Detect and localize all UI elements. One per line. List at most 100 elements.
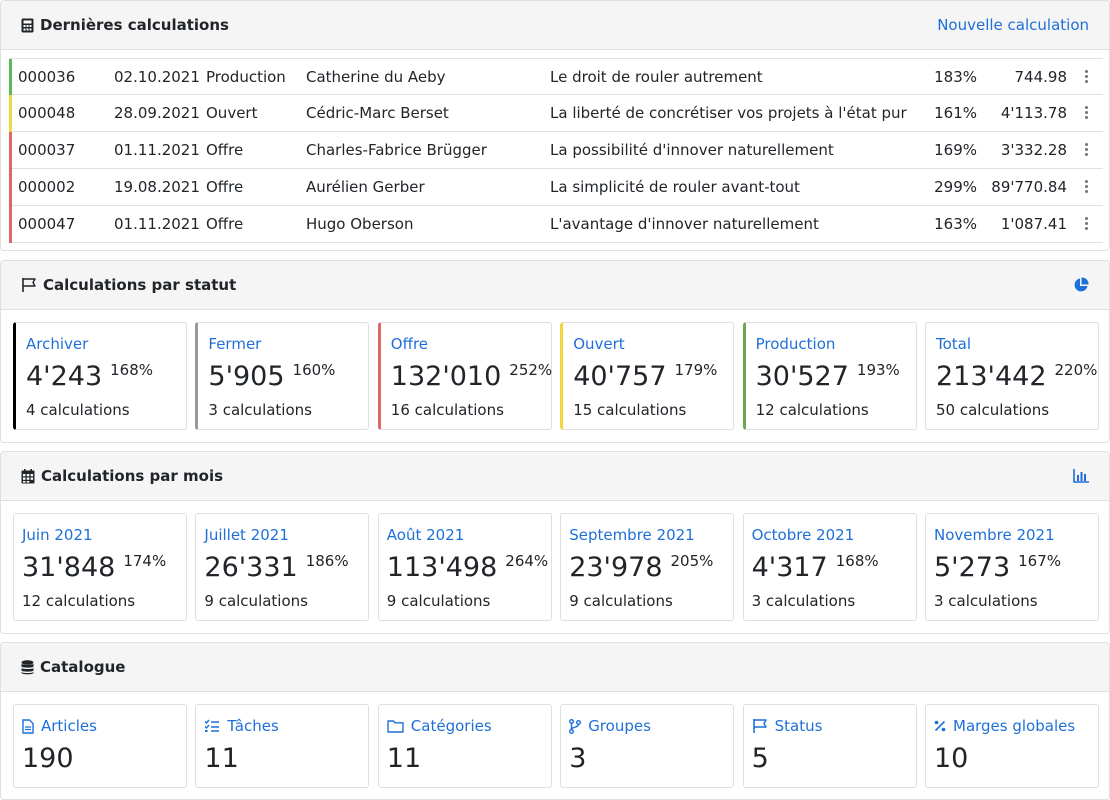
month-tile-label[interactable]: Octobre 2021 (752, 526, 855, 544)
catalog-tile-label[interactable]: Marges globales (934, 717, 1075, 735)
state-tile-label[interactable]: Offre (391, 335, 428, 353)
table-row[interactable]: 000036 02.10.2021 Production Catherine d… (9, 58, 1103, 95)
row-menu-icon[interactable] (1085, 106, 1089, 119)
catalog-tile-label-text: Tâches (227, 717, 279, 735)
row-state-color-bar (9, 169, 12, 206)
state-tile[interactable]: Archiver 4'243 168% 4 calculations (13, 322, 187, 430)
calendar-icon (21, 468, 35, 483)
by-month-title-text: Calculations par mois (41, 467, 224, 485)
by-state-tiles: Archiver 4'243 168% 4 calculations Fermer … (13, 322, 1099, 430)
catalog-tile-value: 10 (934, 743, 969, 774)
row-date: 19.08.2021 (114, 178, 200, 196)
state-tile[interactable]: Offre 132'010 252% 16 calculations (377, 322, 552, 430)
catalog-tile-label-text: Marges globales (953, 717, 1076, 735)
catalog-tile[interactable]: Articles 190 (13, 704, 187, 788)
month-tile-label[interactable]: Novembre 2021 (934, 526, 1055, 544)
state-tile-value: 5'905 160% (208, 361, 335, 392)
state-tile[interactable]: Fermer 5'905 160% 3 calculations (195, 322, 370, 430)
table-row[interactable]: 000047 01.11.2021 Offre Hugo Oberson L'a… (9, 206, 1103, 243)
state-tile[interactable]: Production 30'527 193% 12 calculations (742, 322, 917, 430)
catalog-tile-label[interactable]: Tâches (204, 717, 279, 735)
month-tile[interactable]: Juin 2021 31'848 174% 12 calculations (13, 513, 187, 621)
folder-icon (387, 719, 408, 733)
catalog-tile-label[interactable]: Articles (22, 717, 97, 735)
catalog-tile-label[interactable]: Groupes (569, 717, 651, 735)
row-margin: 183% (934, 67, 977, 86)
month-tile[interactable]: Juillet 2021 26'331 186% 9 calculations (195, 513, 370, 621)
month-tile-value: 4'317 168% (752, 552, 879, 583)
catalog-tile-value: 11 (386, 743, 422, 774)
month-tile-value: 31'848 174% (22, 552, 166, 583)
month-tile-amount: 31'848 (22, 552, 116, 583)
catalog-tile-label-text: Articles (41, 717, 97, 735)
month-tile-percent: 205% (670, 552, 714, 570)
state-tile-amount: 40'757 (573, 361, 667, 392)
row-state: Offre (206, 178, 244, 196)
latest-calculations-header: Dernières calculations Nouvelle calculat… (1, 1, 1109, 50)
month-tile-label[interactable]: Juin 2021 (22, 526, 93, 544)
by-state-title-text: Calculations par statut (43, 276, 237, 294)
pie-chart-icon[interactable] (1073, 277, 1089, 293)
table-row[interactable]: 000037 01.11.2021 Offre Charles-Fabrice … (9, 132, 1103, 169)
row-menu-icon[interactable] (1085, 143, 1089, 156)
state-tile-label[interactable]: Ouvert (573, 335, 624, 353)
catalog-tile[interactable]: Marges globales 10 (925, 704, 1099, 788)
state-tile-value: 213'442 220% (936, 361, 1097, 392)
state-tile-label[interactable]: Total (936, 335, 971, 353)
bar-chart-icon[interactable] (1073, 469, 1089, 483)
state-tile-value: 4'243 168% (26, 361, 153, 392)
month-tile-percent: 167% (1018, 552, 1062, 570)
month-tile[interactable]: Octobre 2021 4'317 168% 3 calculations (742, 513, 917, 621)
state-tile-value: 40'757 179% (573, 361, 717, 392)
month-tile-amount: 26'331 (204, 552, 298, 583)
state-tile-label[interactable]: Archiver (26, 335, 88, 353)
month-tile-value: 23'978 205% (569, 552, 713, 583)
new-calculation-link[interactable]: Nouvelle calculation (937, 16, 1089, 34)
row-state: Production (206, 67, 286, 86)
state-tile-percent: 220% (1054, 361, 1098, 379)
state-tile-count: 12 calculations (755, 401, 869, 419)
calculator-icon (21, 18, 34, 32)
catalog-tile[interactable]: Status 5 (742, 704, 917, 788)
calculations-by-month-card: Calculations par mois Juin 2021 31'848 17… (0, 451, 1110, 634)
row-menu-icon[interactable] (1085, 70, 1089, 83)
table-row[interactable]: 000002 19.08.2021 Offre Aurélien Gerber … (9, 169, 1103, 206)
month-tile-label[interactable]: Septembre 2021 (569, 526, 695, 544)
state-tile-label[interactable]: Fermer (208, 335, 261, 353)
table-row[interactable]: 000048 28.09.2021 Ouvert Cédric-Marc Ber… (9, 95, 1103, 132)
row-menu-icon[interactable] (1085, 217, 1089, 230)
month-tile[interactable]: Septembre 2021 23'978 205% 9 calculations (560, 513, 735, 621)
row-number: 000047 (18, 215, 76, 233)
catalog-tile-label[interactable]: Catégories (387, 717, 492, 735)
latest-calculations-title-text: Dernières calculations (40, 16, 229, 34)
percent-icon (934, 720, 950, 732)
state-tile-amount: 213'442 (936, 361, 1047, 392)
catalog-tile-label-text: Groupes (588, 717, 651, 735)
by-month-tiles: Juin 2021 31'848 174% 12 calculations Juil… (13, 513, 1099, 621)
state-tile-percent: 193% (856, 361, 900, 379)
month-tile-label[interactable]: Juillet 2021 (204, 526, 289, 544)
month-tile-label[interactable]: Août 2021 (387, 526, 465, 544)
catalog-tile[interactable]: Tâches 11 (195, 704, 370, 788)
file-icon (22, 718, 38, 734)
state-tile-label[interactable]: Production (756, 335, 836, 353)
row-state-color-bar (9, 59, 12, 95)
state-tile-count: 50 calculations (936, 401, 1050, 419)
catalog-tile[interactable]: Groupes 3 (560, 704, 735, 788)
state-tile[interactable]: Total 213'442 220% 50 calculations (925, 322, 1099, 430)
catalog-tile[interactable]: Catégories 11 (377, 704, 552, 788)
catalog-tile-value: 5 (751, 743, 769, 774)
catalog-tile-label[interactable]: Status (752, 717, 823, 735)
month-tile[interactable]: Août 2021 113'498 264% 9 calculations (377, 513, 552, 621)
month-tile-percent: 174% (123, 552, 167, 570)
catalog-tile-label-text: Status (774, 717, 823, 735)
row-description: L'avantage d'innover naturellement (550, 215, 819, 233)
state-tile-amount: 30'527 (755, 361, 849, 392)
catalog-tile-value: 11 (204, 743, 239, 774)
code-branch-icon (569, 718, 585, 734)
state-tile-count: 4 calculations (26, 401, 130, 419)
catalog-header: Catalogue (1, 643, 1109, 692)
row-menu-icon[interactable] (1085, 180, 1089, 193)
state-tile[interactable]: Ouvert 40'757 179% 15 calculations (560, 322, 735, 430)
month-tile[interactable]: Novembre 2021 5'273 167% 3 calculations (925, 513, 1099, 621)
